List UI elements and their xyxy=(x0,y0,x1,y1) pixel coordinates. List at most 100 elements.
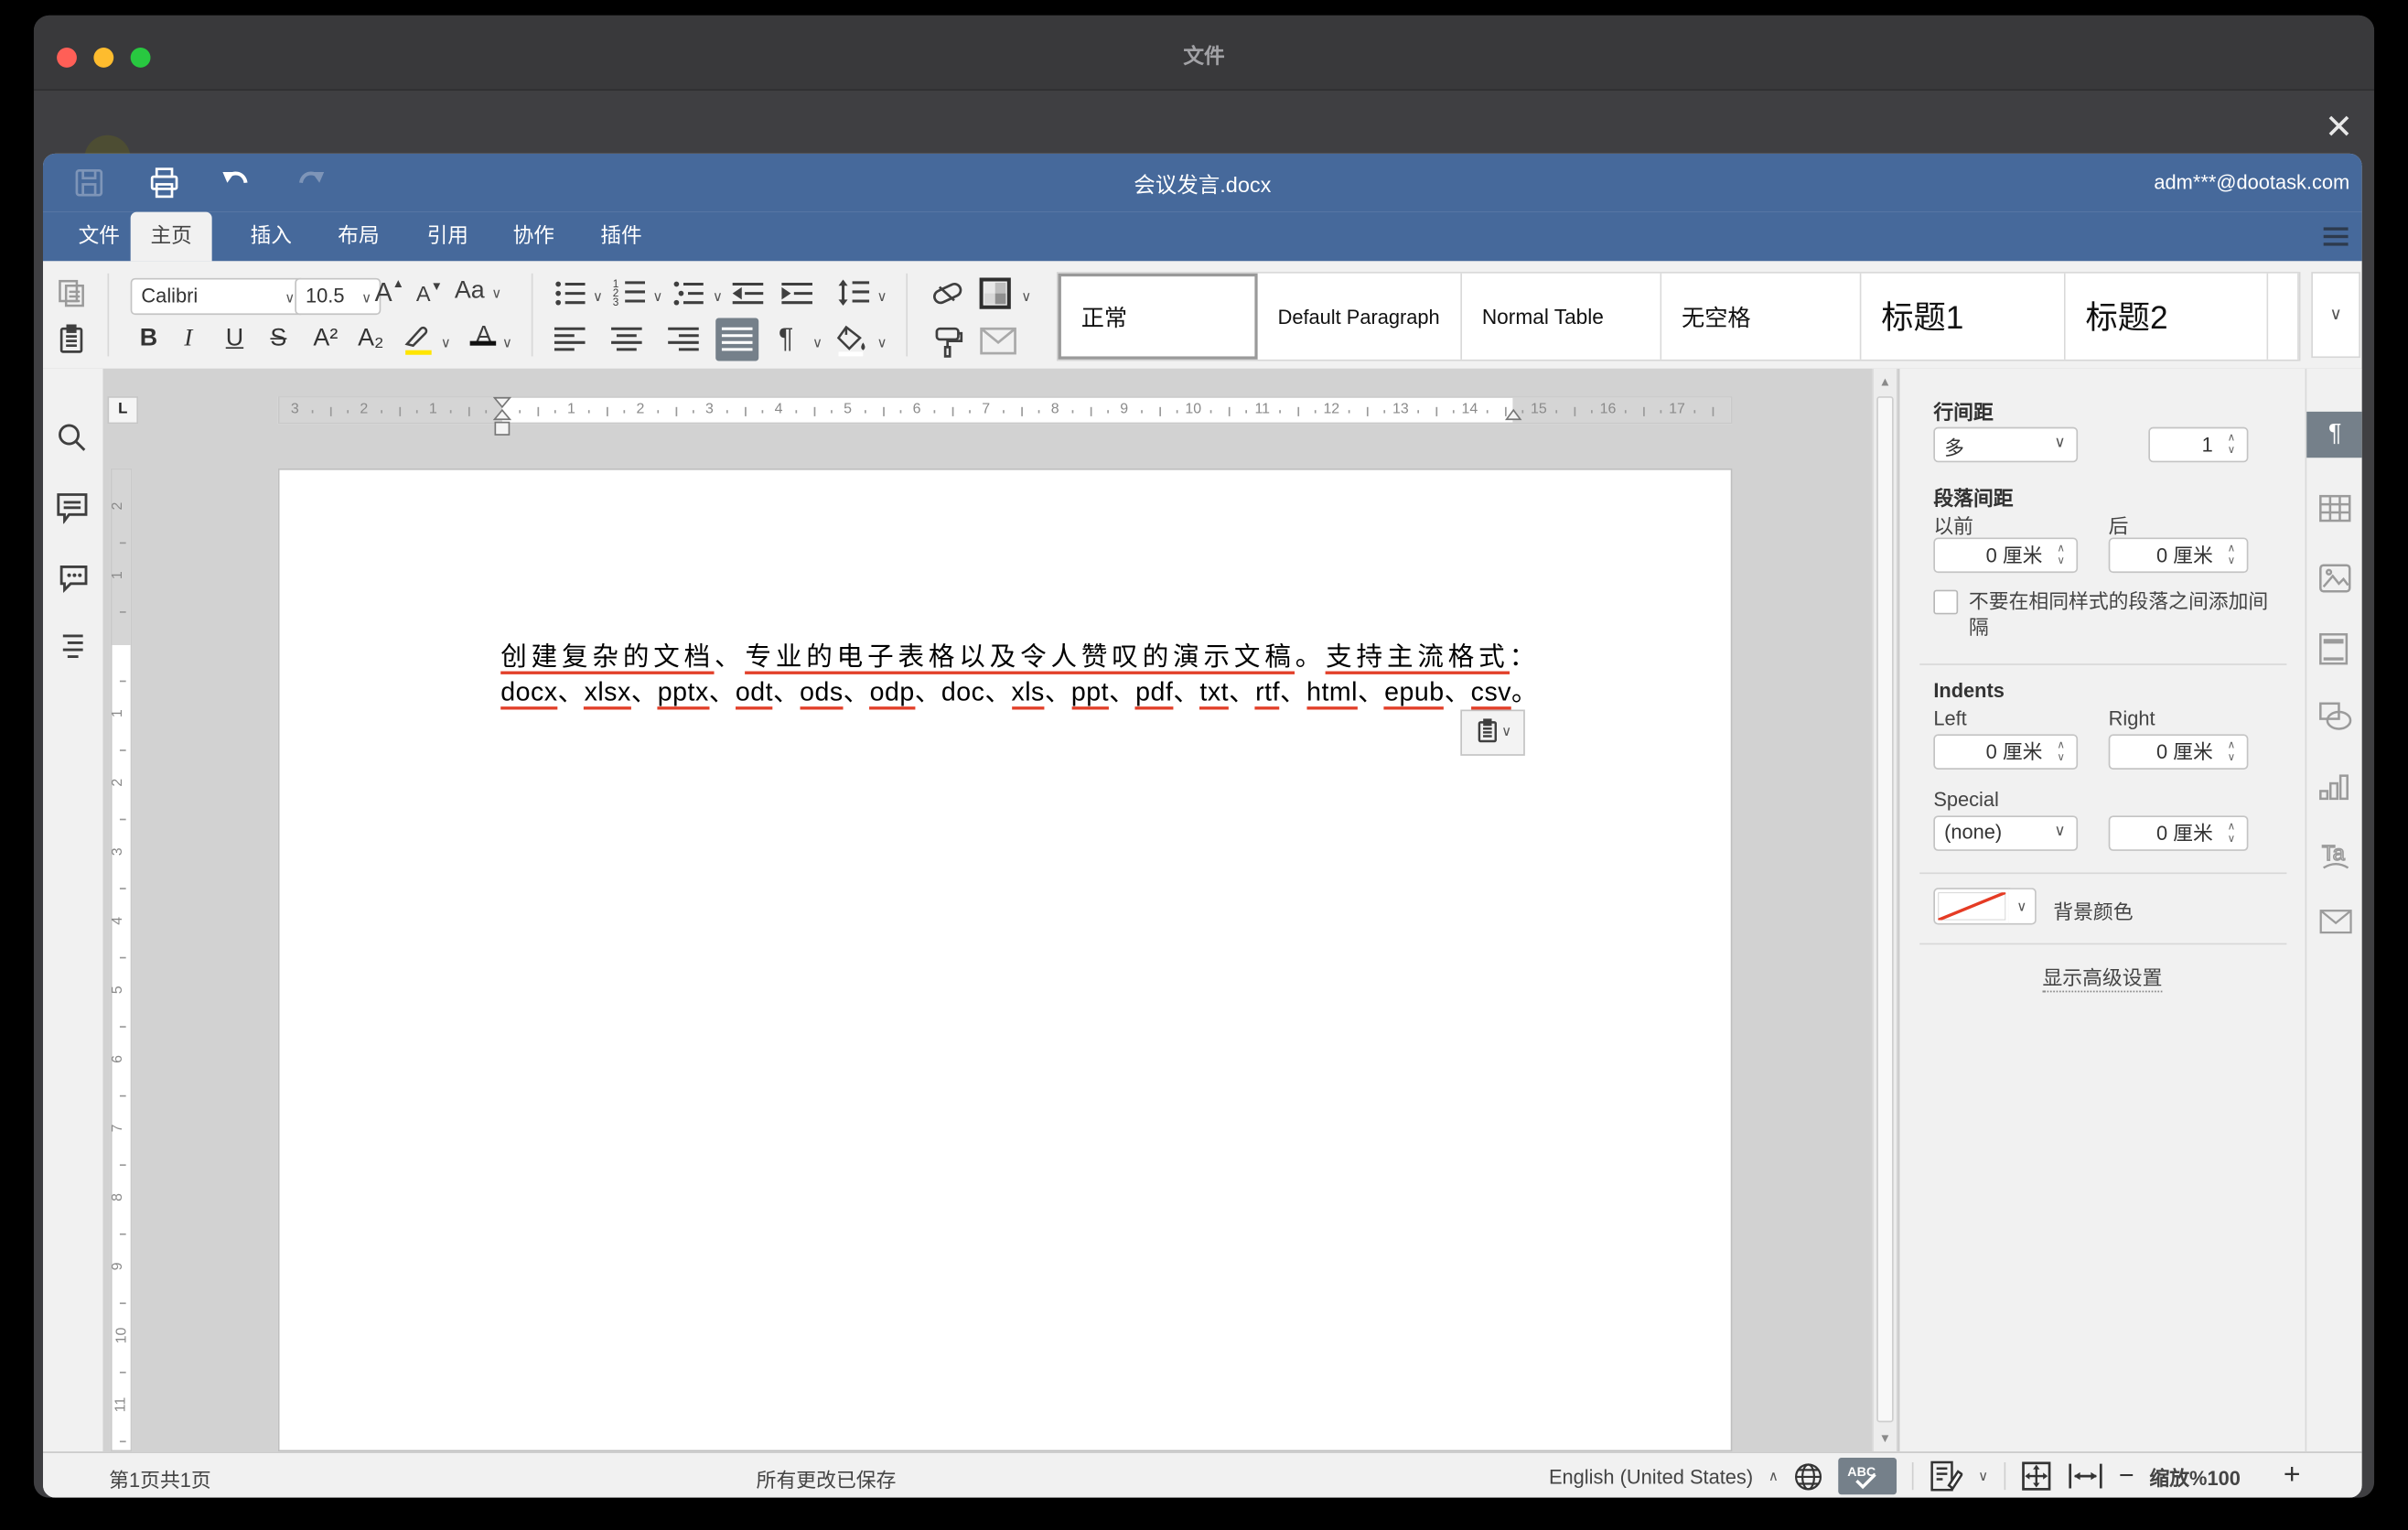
highlight-color-icon[interactable] xyxy=(403,322,436,359)
multilevel-list-icon[interactable] xyxy=(672,279,706,307)
style-preview-4[interactable]: 无空格 xyxy=(1661,274,1861,360)
spacing-after-input[interactable]: 0 厘米∧∨ xyxy=(2109,537,2249,573)
line-spacing-select[interactable]: 多∨ xyxy=(1933,427,2078,463)
shape-settings-icon[interactable] xyxy=(2319,702,2351,734)
account-email[interactable]: adm***@dootask.com xyxy=(2154,170,2349,193)
hamburger-menu-icon[interactable] xyxy=(2324,227,2349,245)
style-preview-6[interactable]: 标题2 xyxy=(2066,274,2269,360)
increase-indent-icon[interactable] xyxy=(780,279,814,307)
decrease-indent-icon[interactable] xyxy=(731,279,765,307)
nonprinting-chars-icon[interactable]: ¶ xyxy=(779,322,793,354)
bullet-list-icon[interactable] xyxy=(554,279,588,307)
chat-icon[interactable] xyxy=(55,559,89,593)
numbered-list-chevron[interactable]: ∨ xyxy=(652,289,662,306)
special-amount-input[interactable]: 0 厘米∧∨ xyxy=(2109,815,2249,851)
advanced-settings-link[interactable]: 显示高级设置 xyxy=(1899,962,2305,991)
zoom-out-button[interactable]: − xyxy=(2119,1460,2134,1492)
styles-gallery-expand-chevron[interactable]: ∨ xyxy=(2311,272,2360,358)
style-preview-1[interactable]: 正常 xyxy=(1059,274,1258,360)
ribbon-tab-1[interactable]: 文件 xyxy=(59,212,140,262)
font-size-select[interactable]: 10.5∨ xyxy=(295,278,381,315)
indent-left-input[interactable]: 0 厘米∧∨ xyxy=(1933,734,2078,770)
italic-button[interactable]: I xyxy=(184,326,192,353)
paste-icon[interactable] xyxy=(55,322,89,356)
strikethrough-button[interactable]: S xyxy=(270,326,286,353)
right-indent-marker[interactable] xyxy=(1505,408,1521,422)
multilevel-list-chevron[interactable]: ∨ xyxy=(713,289,723,306)
navigation-icon[interactable] xyxy=(55,629,89,663)
tab-selector-box[interactable]: L xyxy=(107,396,138,424)
paragraph-settings-icon[interactable]: ¶ xyxy=(2306,412,2361,458)
vertical-ruler[interactable]: 211234567891011 xyxy=(111,469,132,1451)
background-color-chevron[interactable]: ∨ xyxy=(2009,888,2037,924)
ribbon-tab-2[interactable]: 主页 xyxy=(131,212,212,262)
align-right-icon[interactable] xyxy=(666,326,700,353)
spacing-before-input[interactable]: 0 厘米∧∨ xyxy=(1933,537,2078,573)
ribbon-tab-7[interactable]: 插件 xyxy=(580,212,661,262)
textart-settings-icon[interactable]: Ta xyxy=(2319,840,2351,872)
table-settings-icon[interactable] xyxy=(2319,494,2351,526)
justify-icon-active[interactable] xyxy=(715,318,758,361)
special-select[interactable]: (none)∨ xyxy=(1933,815,2078,851)
font-color-icon[interactable]: A xyxy=(468,322,500,350)
superscript-button[interactable]: A² xyxy=(313,326,338,353)
document-page[interactable]: 创建复杂的文档、专业的电子表格以及令人赞叹的演示文稿。支持主流格式： docx、… xyxy=(278,469,1733,1451)
document-text[interactable]: 创建复杂的文档、专业的电子表格以及令人赞叹的演示文稿。支持主流格式： docx、… xyxy=(500,641,1517,710)
underline-button[interactable]: U xyxy=(226,326,243,353)
format-painter-icon[interactable] xyxy=(930,324,964,358)
language-caret-icon[interactable]: ∧ xyxy=(1768,1468,1779,1484)
indent-markers[interactable] xyxy=(493,396,511,436)
line-spacing-icon[interactable] xyxy=(837,278,871,309)
align-center-icon[interactable] xyxy=(609,326,643,353)
clear-style-icon[interactable] xyxy=(930,278,966,309)
horizontal-ruler[interactable]: 3211234567891011121314151617 xyxy=(278,396,1733,424)
page-count[interactable]: 第1页共1页 xyxy=(109,1464,211,1493)
ribbon-tab-4[interactable]: 布局 xyxy=(317,212,399,262)
headerfooter-settings-icon[interactable] xyxy=(2319,633,2351,665)
line-spacing-amount[interactable]: 1∧∨ xyxy=(2148,427,2248,463)
style-preview-5[interactable]: 标题1 xyxy=(1861,274,2065,360)
style-preview-2[interactable]: Default Paragraph xyxy=(1258,274,1462,360)
no-space-same-style-checkbox[interactable] xyxy=(1933,590,1958,615)
subscript-button[interactable]: A₂ xyxy=(358,326,383,353)
shading-chevron[interactable]: ∨ xyxy=(876,335,887,351)
highlight-chevron[interactable]: ∨ xyxy=(441,335,451,351)
close-icon[interactable]: ✕ xyxy=(2316,104,2361,150)
vertical-scrollbar[interactable]: ▲ ▼ xyxy=(1872,369,1897,1451)
mailmerge-icon[interactable] xyxy=(980,328,1016,355)
scroll-down-icon[interactable]: ▼ xyxy=(1876,1431,1893,1445)
scroll-up-icon[interactable]: ▲ xyxy=(1876,375,1893,389)
bullet-list-chevron[interactable]: ∨ xyxy=(593,289,603,306)
indent-right-input[interactable]: 0 厘米∧∨ xyxy=(2109,734,2249,770)
borders-chevron[interactable]: ∨ xyxy=(1021,289,1031,306)
globe-icon[interactable] xyxy=(1794,1461,1823,1491)
increase-font-icon[interactable]: A▲ xyxy=(375,276,404,308)
align-left-icon[interactable] xyxy=(553,326,586,353)
borders-icon[interactable] xyxy=(977,275,1014,311)
chart-settings-icon[interactable] xyxy=(2319,771,2351,803)
decrease-font-icon[interactable]: A▼ xyxy=(416,279,443,306)
font-name-select[interactable]: Calibri∨ xyxy=(131,278,306,315)
nonprinting-chevron[interactable]: ∨ xyxy=(812,335,822,351)
ribbon-tab-5[interactable]: 引用 xyxy=(407,212,489,262)
fit-page-icon[interactable] xyxy=(2020,1460,2051,1492)
change-case-icon[interactable]: Aa ∨ xyxy=(455,278,501,306)
comment-icon[interactable] xyxy=(55,490,89,523)
line-spacing-chevron[interactable]: ∨ xyxy=(876,289,887,306)
style-preview-3[interactable]: Normal Table xyxy=(1462,274,1661,360)
mailmerge-settings-icon[interactable] xyxy=(2319,910,2351,942)
fit-width-icon[interactable] xyxy=(2067,1460,2103,1492)
background-color-swatch[interactable] xyxy=(1933,888,2010,924)
language-selector[interactable]: English (United States) xyxy=(1549,1465,1753,1488)
font-color-chevron[interactable]: ∨ xyxy=(502,335,512,351)
ribbon-tab-6[interactable]: 协作 xyxy=(493,212,575,262)
bold-button[interactable]: B xyxy=(140,326,157,353)
paste-options-button[interactable]: ∨ xyxy=(1460,709,1525,755)
shading-bucket-icon[interactable] xyxy=(835,322,872,356)
search-icon[interactable] xyxy=(55,421,89,455)
image-settings-icon[interactable] xyxy=(2319,564,2351,596)
track-changes-icon[interactable] xyxy=(1929,1460,1962,1493)
scrollbar-thumb[interactable] xyxy=(1876,396,1893,1422)
spellcheck-icon[interactable]: ABC xyxy=(1838,1458,1897,1494)
zoom-in-button[interactable]: + xyxy=(2284,1460,2301,1493)
